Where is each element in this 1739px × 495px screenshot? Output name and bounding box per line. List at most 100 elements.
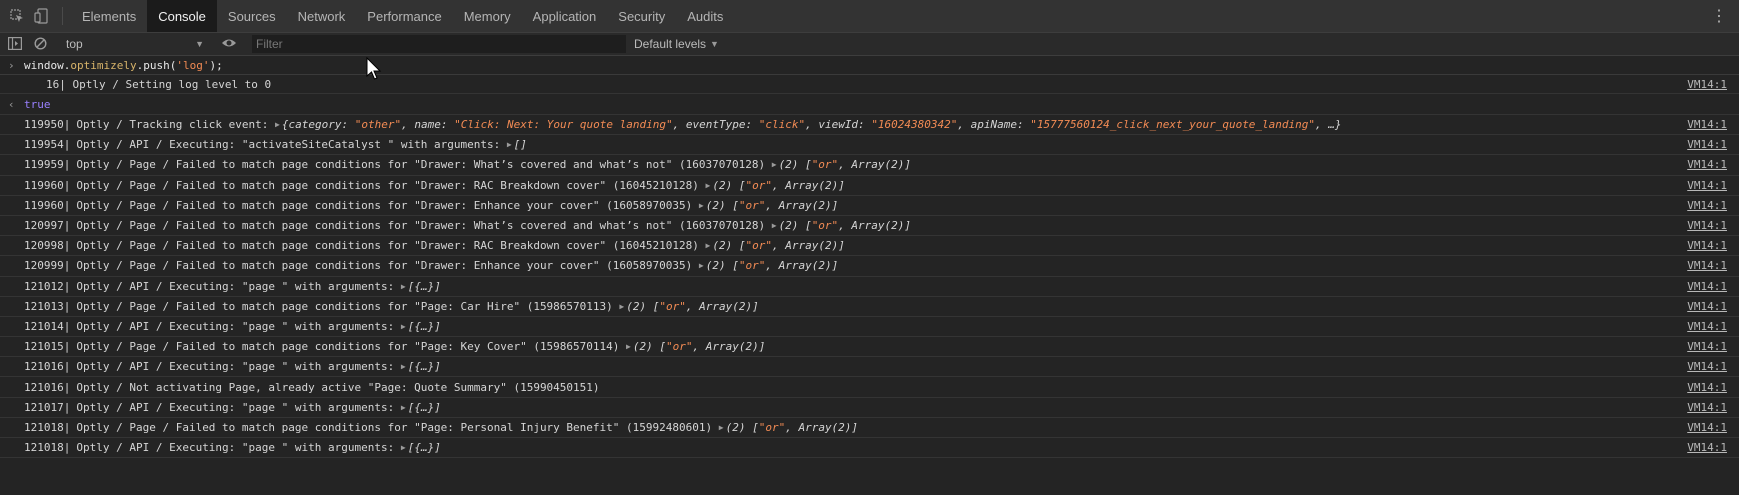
tab-performance[interactable]: Performance — [356, 0, 452, 32]
inspect-element-icon[interactable] — [6, 0, 28, 32]
expand-triangle-icon[interactable]: ▶ — [401, 403, 406, 412]
log-message: 119960| Optly / Page / Failed to match pa… — [0, 179, 845, 192]
source-link[interactable]: VM14:1 — [1687, 320, 1727, 333]
clear-console-icon[interactable] — [34, 37, 47, 53]
live-expression-eye-icon[interactable] — [221, 36, 237, 53]
source-link[interactable]: VM14:1 — [1687, 179, 1727, 192]
console-log-row: 121015| Optly / Page / Failed to match pa… — [0, 337, 1739, 358]
source-link[interactable]: VM14:1 — [1687, 158, 1727, 171]
expand-triangle-icon[interactable]: ▶ — [401, 282, 406, 291]
log-number: 119960| — [24, 178, 71, 192]
log-text: Optly / API / Executing: "page " with ar… — [76, 279, 401, 293]
log-object-preview[interactable]: (2) ["or", Array(2)] — [779, 158, 911, 171]
tab-network[interactable]: Network — [287, 0, 357, 32]
log-object-preview[interactable]: (2) ["or", Array(2)] — [706, 259, 838, 272]
chevron-down-icon: ▼ — [710, 39, 719, 49]
log-number: 121017| — [24, 400, 71, 414]
console-log-row: 119950| Optly / Tracking click event: ▶ {c… — [0, 115, 1739, 136]
log-number: 119954| — [24, 138, 71, 152]
console-log-row: 120998| Optly / Page / Failed to match pa… — [0, 236, 1739, 257]
source-link[interactable]: VM14:1 — [1687, 118, 1727, 131]
log-number: 121016| — [24, 380, 71, 394]
log-object-preview[interactable]: (2) ["or", Array(2)] — [779, 219, 911, 232]
filter-input[interactable] — [252, 35, 626, 53]
log-text: Optly / Page / Failed to match page cond… — [76, 158, 772, 172]
console-log-row: 120999| Optly / Page / Failed to match pa… — [0, 256, 1739, 277]
console-log-row: 16| Optly / Setting log level to 0 VM14:… — [0, 75, 1739, 94]
log-object-preview[interactable]: {category: "other", name: "Click: Next: … — [282, 118, 1342, 131]
context-selector[interactable]: top ▼ — [66, 35, 206, 53]
log-number: 120999| — [24, 259, 71, 273]
log-object-preview[interactable]: (2) ["or", Array(2)] — [712, 239, 844, 252]
console-log-row: 121017| Optly / API / Executing: "page " … — [0, 398, 1739, 418]
source-link[interactable]: VM14:1 — [1687, 300, 1727, 313]
expand-triangle-icon[interactable]: ▶ — [699, 201, 704, 210]
expand-triangle-icon[interactable]: ▶ — [772, 160, 777, 169]
source-link[interactable]: VM14:1 — [1687, 199, 1727, 212]
expand-triangle-icon[interactable]: ▶ — [401, 322, 406, 331]
log-levels-dropdown[interactable]: Default levels ▼ — [634, 35, 719, 53]
source-link[interactable]: VM14:1 — [1687, 381, 1727, 394]
log-object-preview[interactable]: [{…}] — [408, 320, 441, 333]
expand-triangle-icon[interactable]: ▶ — [706, 181, 711, 190]
tab-security[interactable]: Security — [607, 0, 676, 32]
expand-triangle-icon[interactable]: ▶ — [719, 423, 724, 432]
log-number: 120997| — [24, 219, 71, 233]
log-object-preview[interactable]: [{…}] — [408, 401, 441, 414]
expand-triangle-icon[interactable]: ▶ — [275, 120, 280, 129]
log-text: Optly / Page / Failed to match page cond… — [76, 299, 620, 313]
expand-triangle-icon[interactable]: ▶ — [401, 443, 406, 452]
log-number: 121018| — [24, 420, 71, 434]
log-object-preview[interactable]: (2) ["or", Array(2)] — [633, 340, 765, 353]
log-message: 121016| Optly / Not activating Page, alre… — [0, 381, 600, 394]
console-input-row[interactable]: › window.optimizely.push('log'); — [0, 56, 1739, 75]
log-text: Optly / Page / Failed to match page cond… — [76, 178, 706, 192]
log-object-preview[interactable]: [{…}] — [408, 360, 441, 373]
source-link[interactable]: VM14:1 — [1687, 219, 1727, 232]
source-link[interactable]: VM14:1 — [1687, 401, 1727, 414]
tab-console[interactable]: Console — [147, 0, 217, 32]
log-object-preview[interactable]: (2) ["or", Array(2)] — [712, 179, 844, 192]
sidebar-toggle-icon[interactable] — [8, 37, 23, 53]
log-number: 121018| — [24, 441, 71, 455]
log-object-preview[interactable]: (2) ["or", Array(2)] — [626, 300, 758, 313]
tab-sources[interactable]: Sources — [217, 0, 287, 32]
source-link[interactable]: VM14:1 — [1687, 259, 1727, 272]
expand-triangle-icon[interactable]: ▶ — [507, 140, 512, 149]
tab-memory[interactable]: Memory — [453, 0, 522, 32]
console-log-row: 121012| Optly / API / Executing: "page " … — [0, 277, 1739, 297]
log-message: 120997| Optly / Page / Failed to match pa… — [0, 219, 911, 232]
log-object-preview[interactable]: [] — [514, 138, 527, 151]
expand-triangle-icon[interactable]: ▶ — [626, 342, 631, 351]
expand-triangle-icon[interactable]: ▶ — [401, 362, 406, 371]
source-link[interactable]: VM14:1 — [1687, 78, 1727, 91]
tab-audits[interactable]: Audits — [676, 0, 734, 32]
log-object-preview[interactable]: [{…}] — [408, 280, 441, 293]
log-message: 120998| Optly / Page / Failed to match pa… — [0, 239, 845, 252]
source-link[interactable]: VM14:1 — [1687, 138, 1727, 151]
source-link[interactable]: VM14:1 — [1687, 239, 1727, 252]
expand-triangle-icon[interactable]: ▶ — [699, 261, 704, 270]
console-log-row: 119954| Optly / API / Executing: "activat… — [0, 135, 1739, 156]
log-text: Optly / Page / Failed to match page cond… — [76, 420, 719, 434]
expand-triangle-icon[interactable]: ▶ — [772, 221, 777, 230]
log-message: 121018| Optly / API / Executing: "page " … — [0, 441, 441, 454]
log-text: Optly / Page / Failed to match page cond… — [76, 239, 706, 253]
tab-application[interactable]: Application — [522, 0, 608, 32]
mouse-cursor-icon — [366, 56, 382, 84]
source-link[interactable]: VM14:1 — [1687, 280, 1727, 293]
log-object-preview[interactable]: (2) ["or", Array(2)] — [726, 421, 858, 434]
source-link[interactable]: VM14:1 — [1687, 441, 1727, 454]
console-log-row: 121016| Optly / Not activating Page, alre… — [0, 377, 1739, 398]
log-object-preview[interactable]: [{…}] — [408, 441, 441, 454]
more-options-icon[interactable]: ⋮ — [1711, 0, 1727, 32]
input-command[interactable]: window.optimizely.push('log'); — [0, 59, 223, 72]
log-object-preview[interactable]: (2) ["or", Array(2)] — [706, 199, 838, 212]
expand-triangle-icon[interactable]: ▶ — [706, 241, 711, 250]
tab-elements[interactable]: Elements — [71, 0, 147, 32]
source-link[interactable]: VM14:1 — [1687, 340, 1727, 353]
source-link[interactable]: VM14:1 — [1687, 421, 1727, 434]
device-toolbar-icon[interactable] — [30, 0, 52, 32]
source-link[interactable]: VM14:1 — [1687, 360, 1727, 373]
expand-triangle-icon[interactable]: ▶ — [619, 302, 624, 311]
